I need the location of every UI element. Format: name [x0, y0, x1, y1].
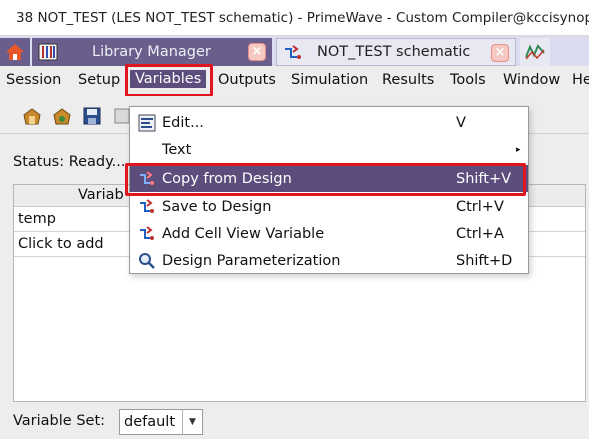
variable-set-label: Variable Set: [13, 413, 106, 429]
menu-item-save-to-design[interactable]: Save to Design Ctrl+V [130, 193, 528, 220]
variables-menu-highlight [125, 64, 213, 97]
tab-label: Library Manager [92, 44, 211, 60]
status-text: Status: Ready... [13, 154, 126, 170]
menu-tools[interactable]: Tools [450, 72, 486, 88]
menu-item-design-parameterization[interactable]: Design Parameterization Shift+D [130, 247, 528, 274]
column-header-variable[interactable]: Variab [78, 187, 124, 203]
design-parameterization-icon [139, 253, 155, 269]
menu-outputs[interactable]: Outputs [218, 72, 276, 88]
title-bar: 38 NOT_TEST (LES NOT_TEST schematic) - P… [0, 0, 589, 36]
tab-waveform[interactable] [520, 38, 550, 66]
variable-set-select[interactable]: default ▼ [119, 409, 203, 435]
schematic-icon [285, 45, 301, 59]
menu-simulation[interactable]: Simulation [291, 72, 368, 88]
save-to-design-icon [140, 199, 154, 213]
close-tab-icon[interactable]: × [248, 43, 266, 61]
close-tab-icon[interactable]: × [491, 44, 509, 62]
load-state-icon[interactable] [52, 106, 72, 126]
menu-setup[interactable]: Setup [78, 72, 120, 88]
tab-bar: Library Manager × NOT_TEST schematic × [0, 36, 589, 66]
edit-icon [138, 114, 156, 132]
library-manager-icon [38, 43, 58, 61]
save-icon[interactable] [82, 106, 102, 126]
menu-bar: Session Setup Variables Outputs Simulati… [0, 66, 589, 96]
window-title: 38 NOT_TEST (LES NOT_TEST schematic) - P… [16, 9, 589, 26]
copy-from-design-highlight [125, 163, 526, 196]
menu-session[interactable]: Session [6, 72, 61, 88]
menu-window[interactable]: Window [503, 72, 560, 88]
menu-results[interactable]: Results [382, 72, 434, 88]
home-icon [6, 44, 24, 60]
menu-item-text[interactable]: Text ▸ [130, 136, 528, 163]
tab-library-manager[interactable]: Library Manager × [32, 38, 272, 66]
waveform-icon [525, 44, 545, 60]
tab-home[interactable] [0, 38, 30, 66]
menu-item-edit[interactable]: Edit... V [130, 109, 528, 136]
submenu-arrow-icon: ▸ [516, 144, 521, 155]
open-session-icon[interactable] [22, 106, 42, 126]
tab-not-test-schematic[interactable]: NOT_TEST schematic × [276, 38, 516, 66]
variable-set-value: default [124, 414, 176, 430]
tab-label: NOT_TEST schematic [317, 44, 471, 60]
add-cellview-variable-icon [140, 226, 154, 240]
menu-item-add-cell-view-variable[interactable]: Add Cell View Variable Ctrl+A [130, 220, 528, 247]
menu-help[interactable]: He [572, 72, 589, 88]
chevron-down-icon[interactable]: ▼ [182, 410, 202, 434]
